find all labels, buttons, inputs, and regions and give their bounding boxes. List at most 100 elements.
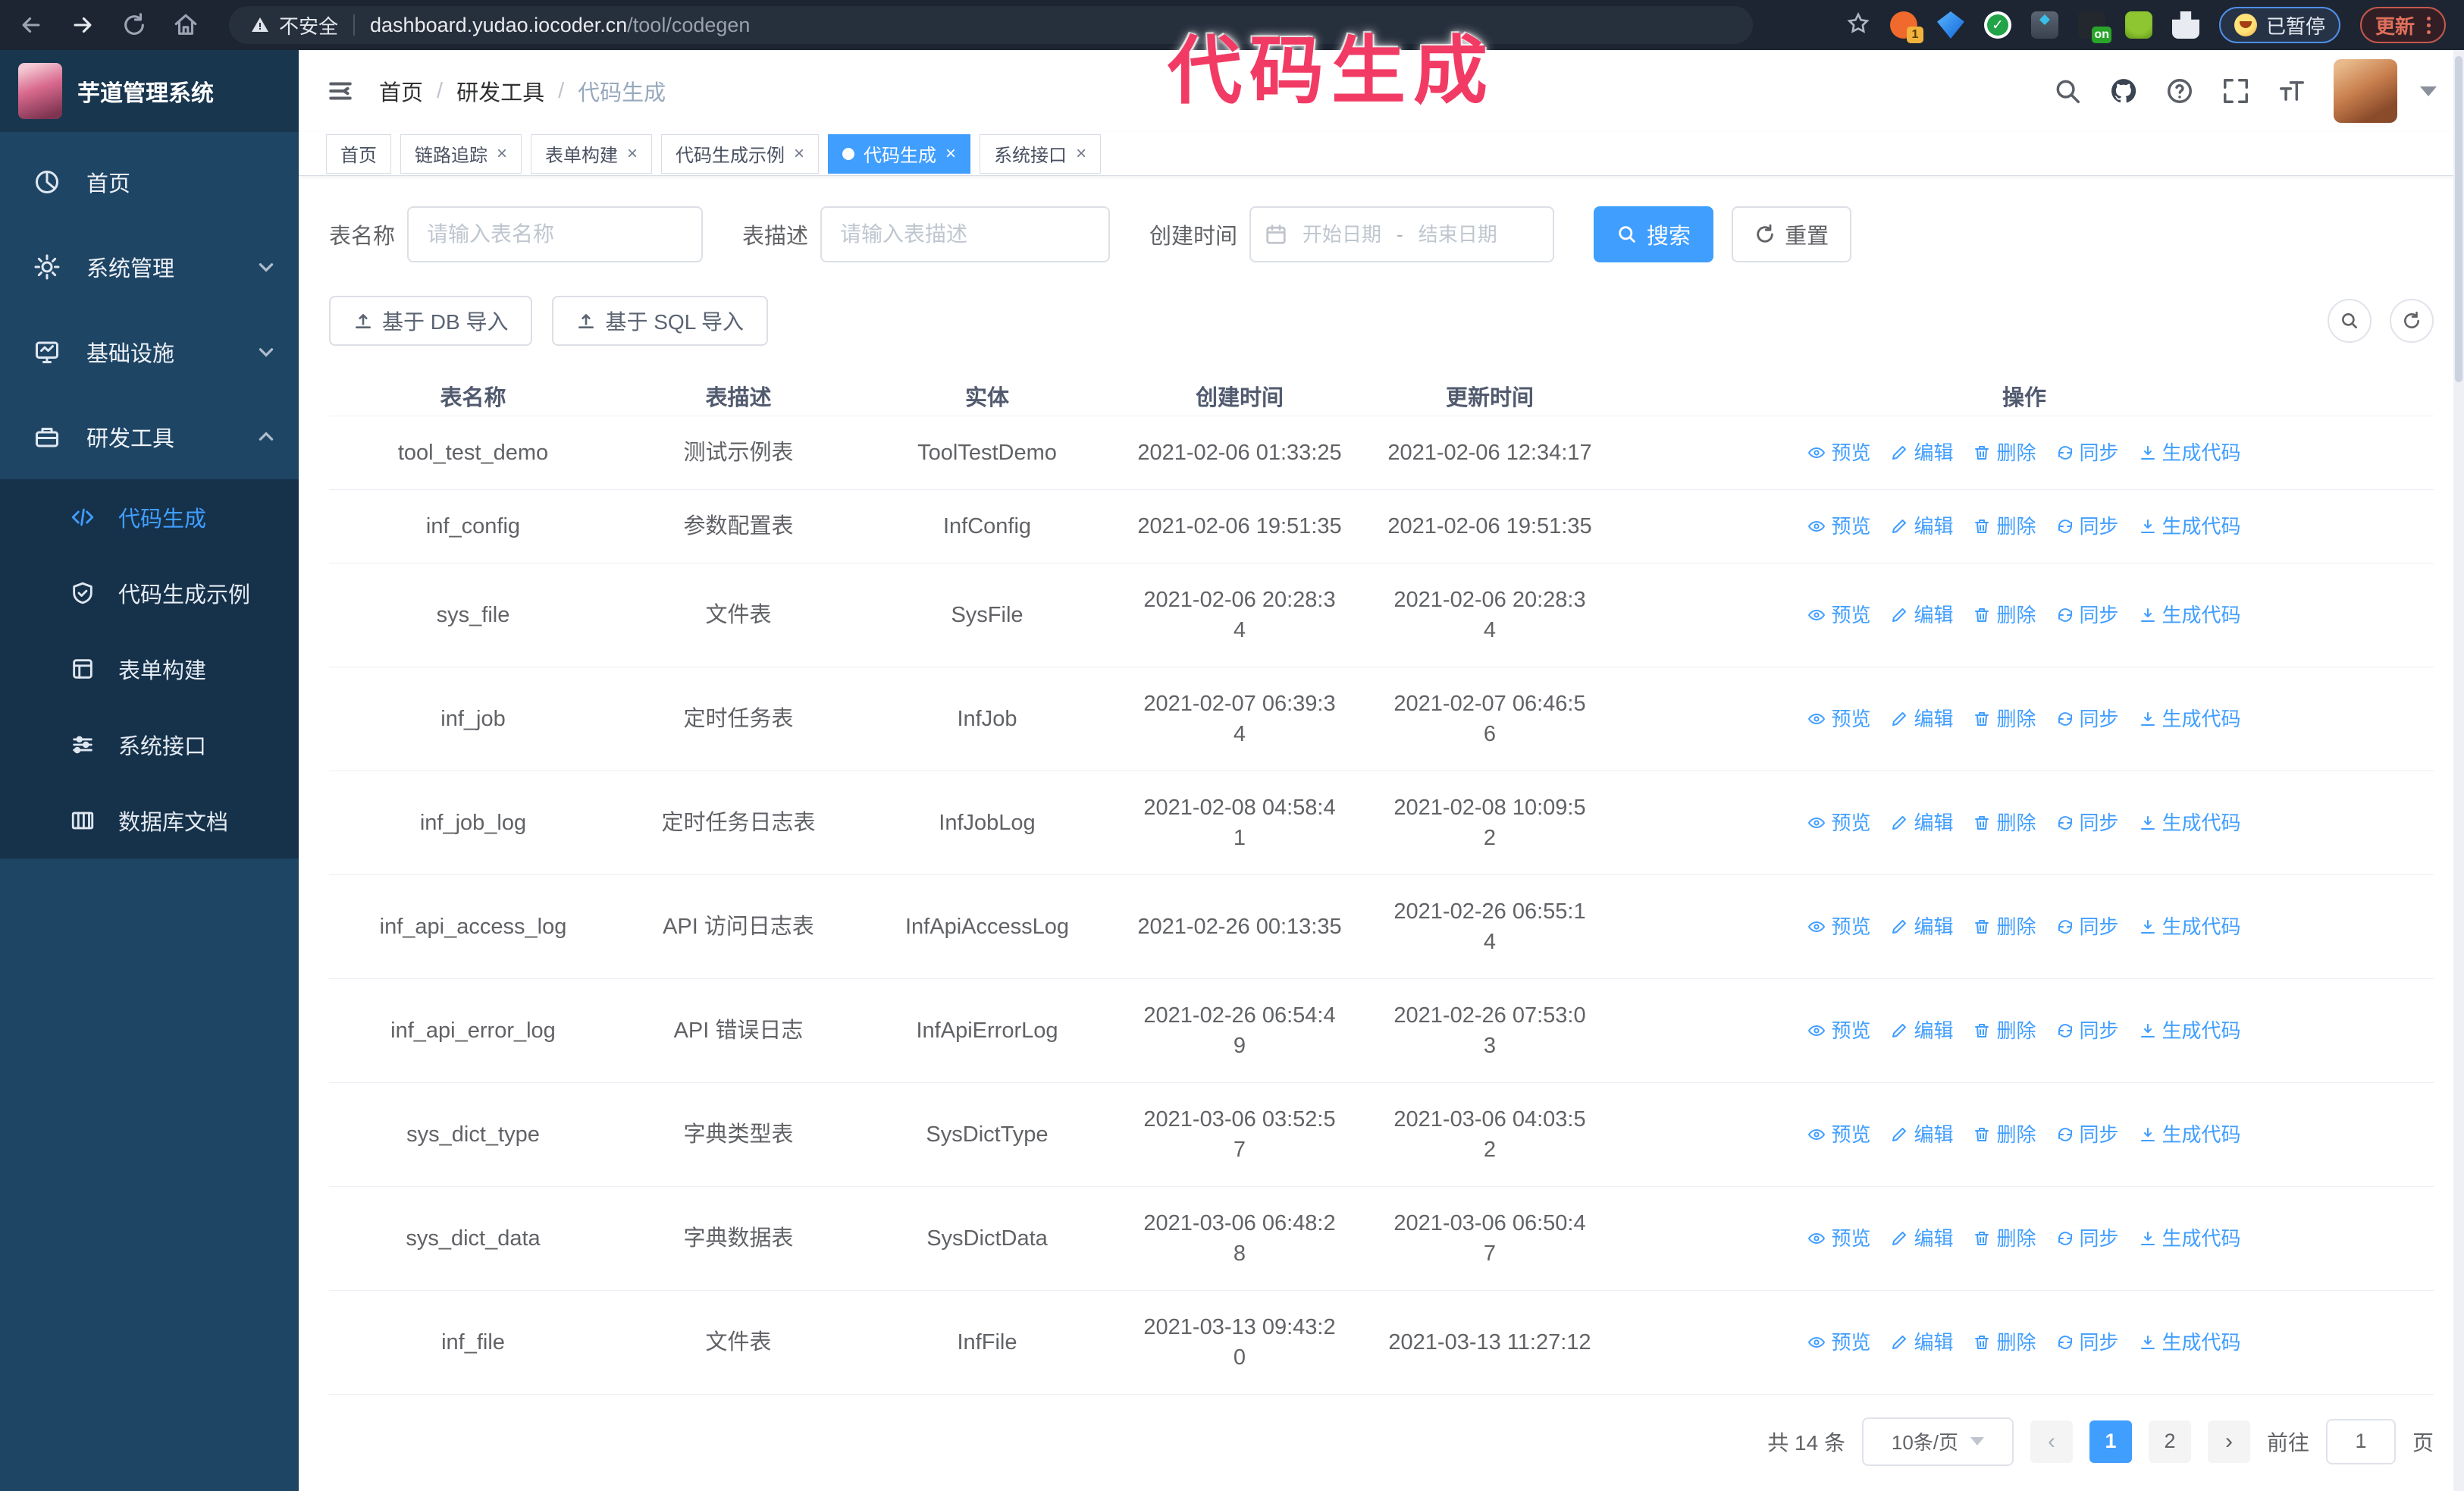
preview-link[interactable]: 预览 (1807, 808, 1870, 838)
generate-code-link[interactable]: 生成代码 (2139, 1119, 2241, 1150)
generate-code-link[interactable]: 生成代码 (2139, 912, 2241, 942)
sync-link[interactable]: 同步 (2056, 808, 2119, 838)
sidebar-item-infra[interactable]: 基础设施 (0, 309, 299, 394)
search-button[interactable]: 搜索 (1594, 206, 1714, 262)
sync-link[interactable]: 同步 (2056, 704, 2119, 734)
browser-update-button[interactable]: 更新 (2359, 7, 2446, 43)
sidebar-item-codegen[interactable]: 代码生成 (0, 479, 299, 555)
window-scrollbar[interactable] (2453, 50, 2464, 1491)
sidebar-collapse-icon[interactable] (326, 77, 355, 105)
home-button[interactable] (173, 12, 199, 38)
delete-link[interactable]: 删除 (1973, 704, 2036, 734)
avatar-caret-icon[interactable] (2420, 86, 2437, 96)
sync-link[interactable]: 同步 (2056, 1015, 2119, 1046)
extension-icon[interactable] (2030, 11, 2058, 39)
sync-link[interactable]: 同步 (2056, 1119, 2119, 1150)
preview-link[interactable]: 预览 (1807, 1015, 1870, 1046)
extension-icon[interactable] (2124, 11, 2152, 39)
fullscreen-icon[interactable] (2221, 77, 2250, 105)
sync-link[interactable]: 同步 (2056, 912, 2119, 942)
page-button-2[interactable]: 2 (2148, 1420, 2191, 1463)
table-name-input[interactable] (407, 206, 704, 262)
font-size-icon[interactable] (2277, 77, 2306, 105)
sidebar-item-devtools[interactable]: 研发工具 (0, 394, 299, 479)
delete-link[interactable]: 删除 (1973, 1327, 2036, 1358)
preview-link[interactable]: 预览 (1807, 1119, 1870, 1150)
sidebar-item-home[interactable]: 首页 (0, 140, 299, 224)
preview-link[interactable]: 预览 (1807, 511, 1870, 541)
sync-link[interactable]: 同步 (2056, 511, 2119, 541)
delete-link[interactable]: 删除 (1973, 1223, 2036, 1254)
edit-link[interactable]: 编辑 (1890, 1119, 1953, 1150)
back-button[interactable] (18, 12, 44, 38)
close-icon[interactable]: × (497, 144, 507, 163)
avatar[interactable] (2334, 59, 2397, 123)
edit-link[interactable]: 编辑 (1890, 1015, 1953, 1046)
forward-button[interactable] (70, 12, 96, 38)
page-button-1[interactable]: 1 (2089, 1420, 2132, 1463)
sync-link[interactable]: 同步 (2056, 1327, 2119, 1358)
sync-link[interactable]: 同步 (2056, 600, 2119, 630)
prev-page-button[interactable]: ‹ (2030, 1420, 2073, 1463)
page-size-select[interactable]: 10条/页 (1861, 1417, 2014, 1466)
edit-link[interactable]: 编辑 (1890, 511, 1953, 541)
sidebar-item-db-doc[interactable]: 数据库文档 (0, 783, 299, 859)
start-date-input[interactable] (1293, 222, 1391, 246)
sidebar-item-codegen-example[interactable]: 代码生成示例 (0, 555, 299, 631)
extension-icon[interactable] (2171, 11, 2199, 39)
delete-link[interactable]: 删除 (1973, 600, 2036, 630)
extension-icon[interactable]: on (2077, 11, 2111, 43)
app-logo-row[interactable]: 芋道管理系统 (0, 50, 299, 132)
edit-link[interactable]: 编辑 (1890, 912, 1953, 942)
goto-page-input[interactable] (2325, 1418, 2396, 1464)
edit-link[interactable]: 编辑 (1890, 438, 1953, 468)
generate-code-link[interactable]: 生成代码 (2139, 511, 2241, 541)
tab-home[interactable]: 首页 (326, 133, 391, 174)
sync-link[interactable]: 同步 (2056, 1223, 2119, 1254)
reload-button[interactable] (121, 12, 147, 38)
generate-code-link[interactable]: 生成代码 (2139, 808, 2241, 838)
generate-code-link[interactable]: 生成代码 (2139, 600, 2241, 630)
address-bar[interactable]: 不安全 dashboard.yudao.iocoder.cn /tool/cod… (229, 6, 1753, 44)
help-icon[interactable] (2165, 77, 2194, 105)
refresh-table-button[interactable] (2390, 299, 2434, 343)
tab-system-api[interactable]: 系统接口 × (980, 133, 1102, 174)
delete-link[interactable]: 删除 (1973, 808, 2036, 838)
profile-paused-badge[interactable]: 已暂停 (2218, 7, 2340, 43)
delete-link[interactable]: 删除 (1973, 912, 2036, 942)
preview-link[interactable]: 预览 (1807, 600, 1870, 630)
security-warning-icon[interactable] (250, 16, 270, 34)
extension-icon[interactable]: 1 (1889, 11, 1923, 43)
bookmark-star-icon[interactable] (1846, 11, 1870, 39)
preview-link[interactable]: 预览 (1807, 438, 1870, 468)
table-desc-input[interactable] (820, 206, 1111, 262)
edit-link[interactable]: 编辑 (1890, 1327, 1953, 1358)
tab-codegen[interactable]: 代码生成 × (828, 133, 971, 174)
close-icon[interactable]: × (794, 144, 804, 163)
date-range-picker[interactable]: - (1249, 206, 1555, 262)
preview-link[interactable]: 预览 (1807, 704, 1870, 734)
next-page-button[interactable]: › (2207, 1420, 2250, 1463)
search-icon[interactable] (2053, 77, 2082, 105)
close-icon[interactable]: × (945, 144, 956, 163)
generate-code-link[interactable]: 生成代码 (2139, 1327, 2241, 1358)
delete-link[interactable]: 删除 (1973, 1015, 2036, 1046)
delete-link[interactable]: 删除 (1973, 1119, 2036, 1150)
sync-link[interactable]: 同步 (2056, 438, 2119, 468)
scrollbar-thumb[interactable] (2455, 56, 2462, 382)
edit-link[interactable]: 编辑 (1890, 808, 1953, 838)
generate-code-link[interactable]: 生成代码 (2139, 1015, 2241, 1046)
sidebar-item-system[interactable]: 系统管理 (0, 224, 299, 309)
breadcrumb-devtools[interactable]: 研发工具 (456, 75, 544, 107)
tab-form-builder[interactable]: 表单构建 × (531, 133, 653, 174)
close-icon[interactable]: × (627, 144, 638, 163)
import-sql-button[interactable]: 基于 SQL 导入 (552, 296, 769, 346)
close-icon[interactable]: × (1076, 144, 1086, 163)
generate-code-link[interactable]: 生成代码 (2139, 704, 2241, 734)
sidebar-item-system-api[interactable]: 系统接口 (0, 707, 299, 783)
delete-link[interactable]: 删除 (1973, 438, 2036, 468)
breadcrumb-home[interactable]: 首页 (379, 75, 423, 107)
preview-link[interactable]: 预览 (1807, 912, 1870, 942)
end-date-input[interactable] (1409, 222, 1506, 246)
kebab-menu-icon[interactable] (2427, 16, 2431, 34)
